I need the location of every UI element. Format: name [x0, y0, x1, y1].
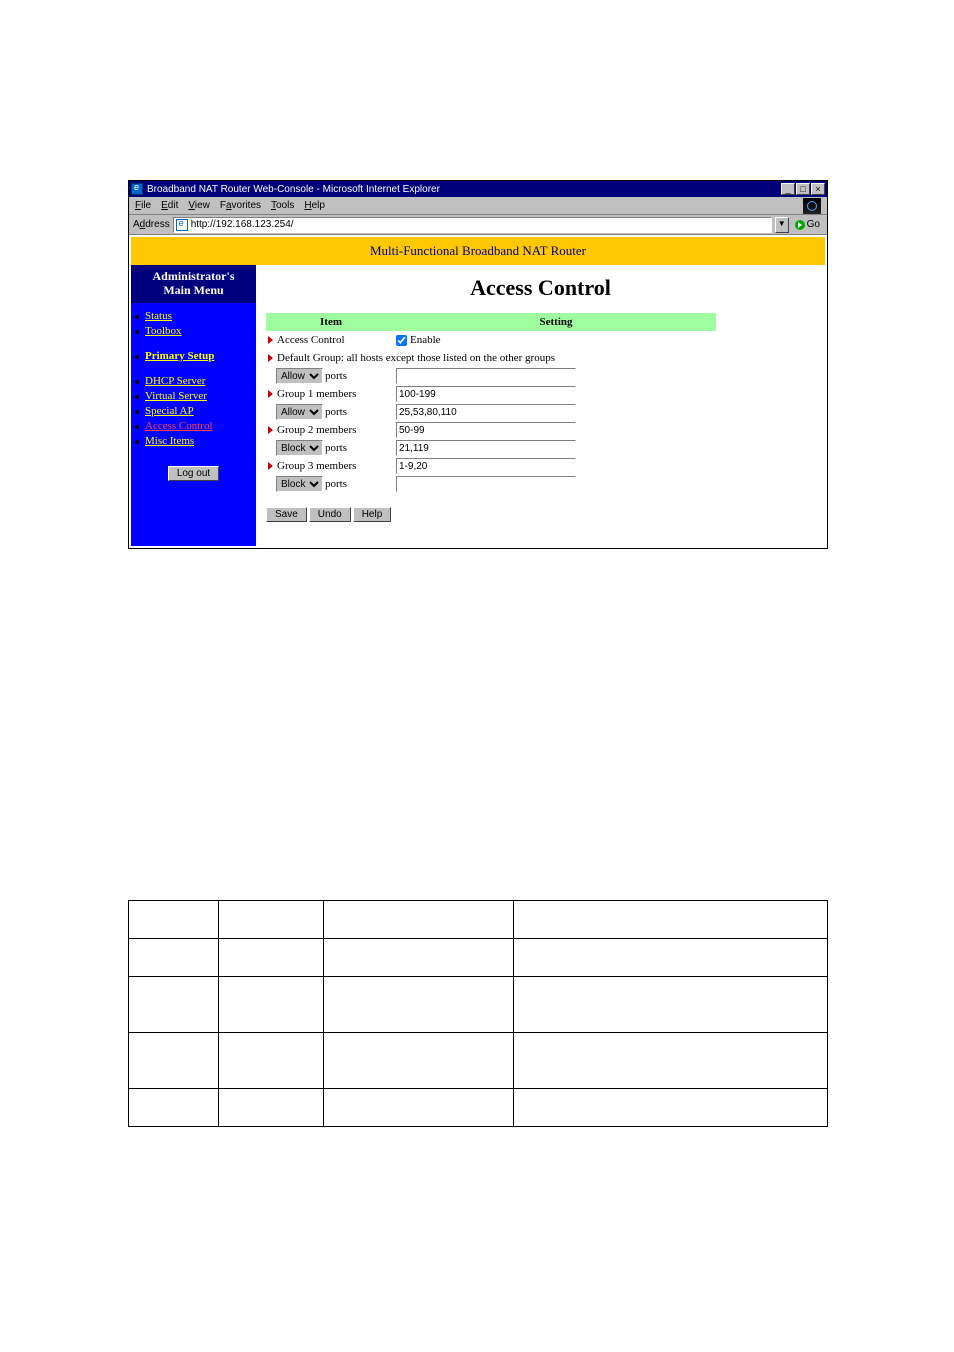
ports-label: ports — [325, 478, 347, 490]
address-input[interactable] — [191, 219, 769, 230]
row-group3-label: Group 3 members — [277, 460, 356, 472]
ie-throbber-icon — [803, 198, 821, 214]
bullet-icon — [268, 390, 273, 398]
menu-favorites[interactable]: Favorites — [220, 200, 261, 211]
title-bar: Broadband NAT Router Web-Console - Micro… — [129, 181, 827, 197]
maximize-button[interactable]: □ — [796, 183, 810, 195]
row-group1-label: Group 1 members — [277, 388, 356, 400]
address-label: Address — [133, 219, 170, 230]
help-button[interactable]: Help — [353, 507, 392, 522]
address-bar: Address ▼ Go — [129, 215, 827, 235]
menu-edit[interactable]: Edit — [161, 200, 178, 211]
menu-bar: File Edit View Favorites Tools Help — [129, 197, 827, 215]
settings-table: Item Setting Access Control Enable Defau… — [266, 313, 716, 493]
group3-action-select[interactable]: Block Allow — [276, 476, 323, 492]
row-group2-label: Group 2 members — [277, 424, 356, 436]
menu-tools[interactable]: Tools — [271, 200, 294, 211]
group3-ports-input[interactable] — [396, 476, 576, 492]
row-access-control-label: Access Control — [277, 334, 345, 346]
group2-action-select[interactable]: Block Allow — [276, 440, 323, 456]
sidebar-item-access-control[interactable]: Access Control — [145, 420, 213, 432]
menu-file[interactable]: File — [135, 200, 151, 211]
sidebar-title: Administrator's Main Menu — [131, 265, 256, 303]
save-button[interactable]: Save — [266, 507, 307, 522]
row-default-group-label: Default Group: all hosts except those li… — [277, 352, 555, 364]
group1-members-input[interactable] — [396, 386, 576, 402]
close-button[interactable]: × — [811, 183, 825, 195]
default-action-select[interactable]: Allow Block — [276, 368, 323, 384]
ports-label: ports — [325, 406, 347, 418]
group2-ports-input[interactable] — [396, 440, 576, 456]
col-setting: Setting — [396, 313, 716, 331]
page-banner: Multi-Functional Broadband NAT Router — [131, 237, 825, 265]
bullet-icon — [268, 462, 273, 470]
ports-label: ports — [325, 442, 347, 454]
sidebar: Administrator's Main Menu Status Toolbox… — [131, 265, 256, 546]
bullet-icon — [268, 426, 273, 434]
sidebar-item-toolbox[interactable]: Toolbox — [145, 325, 182, 337]
undo-button[interactable]: Undo — [309, 507, 351, 522]
go-label: Go — [807, 219, 820, 230]
bullet-icon — [268, 336, 273, 344]
sidebar-item-primary-setup[interactable]: Primary Setup — [145, 350, 214, 362]
page-content: Multi-Functional Broadband NAT Router Ad… — [129, 235, 827, 548]
ports-label: ports — [325, 370, 347, 382]
browser-window: Broadband NAT Router Web-Console - Micro… — [128, 180, 828, 549]
group1-ports-input[interactable] — [396, 404, 576, 420]
page-icon — [176, 219, 188, 231]
ie-icon — [131, 183, 143, 195]
sidebar-item-misc-items[interactable]: Misc Items — [145, 435, 194, 447]
main-panel: Access Control Item Setting Access Contr… — [256, 265, 825, 546]
minimize-button[interactable]: _ — [781, 183, 795, 195]
sidebar-item-special-ap[interactable]: Special AP — [145, 405, 194, 417]
page-heading: Access Control — [266, 275, 815, 301]
enable-label: Enable — [410, 334, 441, 346]
menu-view[interactable]: View — [188, 200, 210, 211]
sidebar-item-dhcp-server[interactable]: DHCP Server — [145, 375, 205, 387]
window-title: Broadband NAT Router Web-Console - Micro… — [147, 184, 781, 195]
group1-action-select[interactable]: Allow Block — [276, 404, 323, 420]
address-dropdown-button[interactable]: ▼ — [775, 217, 789, 233]
go-button[interactable]: Go — [792, 219, 823, 230]
go-icon — [795, 220, 805, 230]
blank-table — [128, 900, 828, 1127]
enable-checkbox[interactable] — [396, 335, 407, 346]
group3-members-input[interactable] — [396, 458, 576, 474]
default-ports-input[interactable] — [396, 368, 576, 384]
sidebar-item-status[interactable]: Status — [145, 310, 172, 322]
bullet-icon — [268, 354, 273, 362]
logout-button[interactable]: Log out — [168, 466, 219, 481]
menu-help[interactable]: Help — [304, 200, 325, 211]
sidebar-item-virtual-server[interactable]: Virtual Server — [145, 390, 207, 402]
col-item: Item — [266, 313, 396, 331]
group2-members-input[interactable] — [396, 422, 576, 438]
